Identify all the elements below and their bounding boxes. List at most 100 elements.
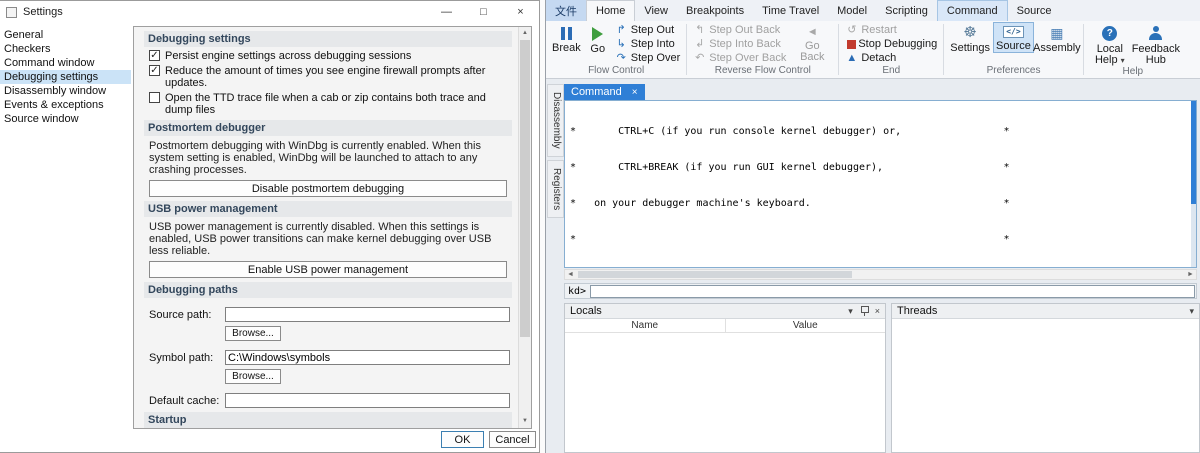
sidebar-item-source-window[interactable]: Source window [0, 112, 131, 126]
scroll-left-icon[interactable]: ◄ [565, 271, 576, 278]
stop-debugging-label: Stop Debugging [858, 38, 938, 50]
maximize-icon[interactable]: □ [465, 1, 502, 23]
checkbox-firewall-prompts[interactable]: ✓ [149, 65, 160, 76]
break-label: Break [552, 42, 581, 54]
checkbox-ttd-trace[interactable] [149, 92, 160, 103]
section-header-startup: Startup [144, 412, 512, 428]
local-help-button[interactable]: ? Local Help ▾ [1087, 22, 1133, 66]
tab-file[interactable]: 文件 [546, 0, 586, 21]
locals-column-headers: Name Value [565, 319, 885, 333]
close-icon[interactable]: × [502, 1, 539, 23]
command-input[interactable] [590, 284, 1195, 298]
locals-close-icon[interactable]: × [875, 306, 880, 316]
checkbox-persist-settings[interactable]: ✓ [149, 50, 160, 61]
step-into-button[interactable]: ↳ Step Into [612, 37, 684, 51]
symbol-path-input[interactable] [225, 350, 510, 365]
pin-icon[interactable] [860, 306, 869, 316]
detach-button[interactable]: ▲ Detach [842, 51, 940, 65]
usb-description: USB power management is currently disabl… [149, 221, 492, 257]
step-over-button[interactable]: ↷ Step Over [612, 51, 684, 65]
source-toggle-button[interactable]: </> Source [992, 22, 1034, 53]
locals-dropdown-icon[interactable]: ▾ [848, 306, 853, 317]
checkbox-label: Persist engine settings across debugging… [165, 50, 412, 62]
tab-command[interactable]: Command [936, 0, 1008, 21]
console-line: * CTRL+BREAK (if you run GUI kernel debu… [570, 162, 1010, 173]
restart-button[interactable]: ↺ Restart [842, 23, 940, 37]
tab-home[interactable]: Home [586, 0, 636, 21]
enable-usb-button[interactable]: Enable USB power management [149, 261, 507, 278]
sidebar-item-events-exceptions[interactable]: Events & exceptions [0, 98, 131, 112]
minimize-icon[interactable]: — [428, 1, 465, 23]
settings-scrollbar[interactable]: ▲ ▼ [518, 27, 531, 428]
section-header-usb: USB power management [144, 201, 512, 217]
go-button[interactable]: Go [584, 22, 612, 55]
go-back-button[interactable]: ◄ Go Back [789, 22, 835, 63]
sidebar-item-checkers[interactable]: Checkers [0, 42, 131, 56]
settings-window-title: Settings [23, 6, 63, 18]
checkbox-row-persist-settings[interactable]: ✓ Persist engine settings across debuggi… [149, 50, 512, 62]
scroll-up-icon[interactable]: ▲ [519, 27, 531, 40]
sidebar-item-debugging-settings[interactable]: Debugging settings [0, 70, 131, 84]
command-prompt-row: kd> [564, 283, 1197, 299]
locals-col-name[interactable]: Name [565, 319, 726, 332]
sidebar-item-disassembly-window[interactable]: Disassembly window [0, 84, 131, 98]
locals-header[interactable]: Locals ▾ × [565, 304, 885, 319]
tab-time-travel[interactable]: Time Travel [753, 0, 828, 21]
console-line: * CTRL+C (if you run console kernel debu… [570, 126, 1010, 137]
sidebar-item-general[interactable]: General [0, 28, 131, 42]
symbol-path-browse-button[interactable]: Browse... [225, 369, 281, 384]
step-out-back-button[interactable]: ↰ Step Out Back [690, 23, 789, 37]
sidetab-registers[interactable]: Registers [547, 159, 564, 218]
tab-model[interactable]: Model [828, 0, 876, 21]
step-over-back-label: Step Over Back [709, 52, 787, 64]
windbg-window: 文件 Home View Breakpoints Time Travel Mod… [545, 0, 1200, 453]
gear-icon: ☸ [963, 24, 977, 41]
assembly-toggle-button[interactable]: ▦ Assembly [1033, 22, 1081, 54]
step-out-button[interactable]: ↱ Step Out [612, 23, 684, 37]
settings-titlebar[interactable]: Settings — □ × [0, 1, 539, 23]
console-vertical-scrollbar[interactable] [1191, 101, 1196, 267]
scrollbar-thumb[interactable] [1191, 101, 1196, 204]
command-console[interactable]: * CTRL+C (if you run console kernel debu… [564, 100, 1197, 268]
default-cache-input[interactable] [225, 393, 510, 408]
source-path-browse-button[interactable]: Browse... [225, 326, 281, 341]
ribbon-tabbar: 文件 Home View Breakpoints Time Travel Mod… [546, 0, 1200, 21]
ok-button[interactable]: OK [441, 431, 484, 448]
step-over-back-button[interactable]: ↶ Step Over Back [690, 51, 789, 65]
settings-button[interactable]: ☸ Settings [947, 22, 993, 54]
tab-source[interactable]: Source [1008, 0, 1061, 21]
source-path-input[interactable] [225, 307, 510, 322]
checkbox-row-firewall-prompts[interactable]: ✓ Reduce the amount of times you see eng… [149, 65, 512, 89]
locals-panel: Locals ▾ × Name Value [564, 303, 886, 453]
detach-icon: ▲ [846, 52, 858, 64]
step-into-back-button[interactable]: ↲ Step Into Back [690, 37, 789, 51]
scrollbar-thumb[interactable] [520, 40, 530, 337]
locals-col-value[interactable]: Value [725, 319, 885, 332]
scroll-right-icon[interactable]: ► [1185, 271, 1196, 278]
checkbox-row-ttd-trace[interactable]: Open the TTD trace file when a cab or zi… [149, 92, 512, 116]
break-button[interactable]: Break [549, 22, 584, 54]
console-horizontal-scrollbar[interactable]: ◄ ► [564, 269, 1197, 280]
feedback-hub-button[interactable]: Feedback Hub [1131, 22, 1180, 66]
tab-view[interactable]: View [635, 0, 677, 21]
command-tab-close-icon[interactable]: × [632, 87, 638, 98]
step-over-icon: ↷ [616, 52, 626, 64]
threads-dropdown-icon[interactable]: ▾ [1189, 306, 1194, 317]
scrollbar-track[interactable] [576, 270, 1185, 279]
command-window-tab[interactable]: Command × [564, 84, 645, 100]
stop-icon [847, 39, 857, 49]
checkbox-label: Open the TTD trace file when a cab or zi… [165, 92, 486, 116]
scrollbar-thumb[interactable] [578, 271, 853, 278]
chevron-down-icon: ▾ [1120, 56, 1125, 65]
stop-debugging-button[interactable]: Stop Debugging [842, 37, 940, 51]
tab-breakpoints[interactable]: Breakpoints [677, 0, 753, 21]
feedback-hub-label: Feedback Hub [1131, 43, 1180, 66]
disable-postmortem-button[interactable]: Disable postmortem debugging [149, 180, 507, 197]
preferences-group-label: Preferences [986, 65, 1041, 76]
cancel-button[interactable]: Cancel [489, 431, 536, 448]
threads-header[interactable]: Threads ▾ [892, 304, 1199, 319]
sidebar-item-command-window[interactable]: Command window [0, 56, 131, 70]
sidetab-disassembly[interactable]: Disassembly [547, 84, 564, 157]
scroll-down-icon[interactable]: ▼ [519, 415, 531, 428]
tab-scripting[interactable]: Scripting [876, 0, 937, 21]
